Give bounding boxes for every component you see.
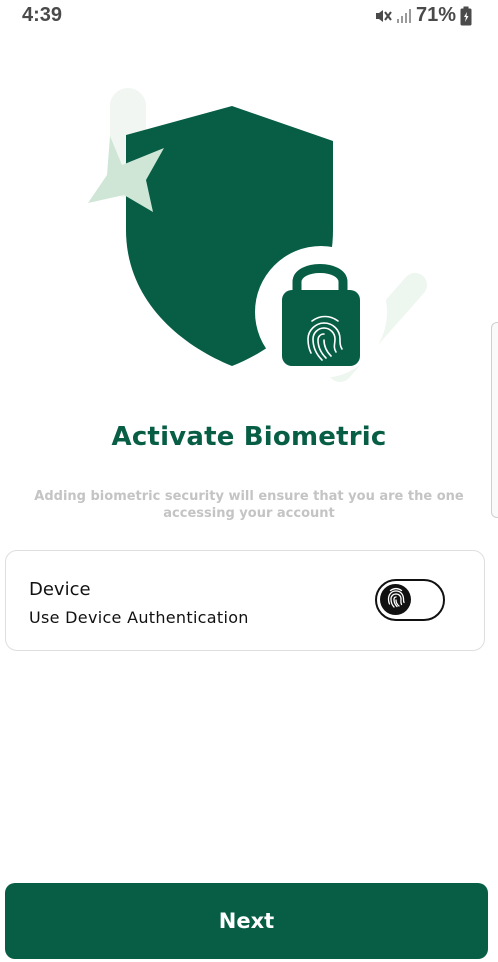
side-scroll-handle[interactable] xyxy=(491,322,498,518)
battery-icon xyxy=(460,6,472,26)
page-subtitle: Adding biometric security will ensure th… xyxy=(34,489,464,521)
status-bar: 4:39 71% xyxy=(0,0,498,34)
device-authentication-toggle[interactable] xyxy=(375,579,445,621)
page-title: Activate Biometric xyxy=(111,422,387,452)
mute-icon xyxy=(374,7,392,25)
status-icons: 71% xyxy=(374,4,472,27)
fingerprint-icon xyxy=(386,587,406,613)
device-card-subtitle: Use Device Authentication xyxy=(29,608,249,627)
device-authentication-card: Device Use Device Authentication xyxy=(5,550,485,651)
battery-percent: 71% xyxy=(415,4,456,26)
shield-lock-illustration xyxy=(0,60,498,400)
toggle-knob xyxy=(380,584,411,615)
next-button[interactable]: Next xyxy=(5,883,488,959)
signal-icon xyxy=(396,7,412,25)
device-card-title: Device xyxy=(29,579,91,600)
status-time: 4:39 xyxy=(22,4,63,26)
shield-lock-fingerprint-illustration xyxy=(88,88,427,382)
